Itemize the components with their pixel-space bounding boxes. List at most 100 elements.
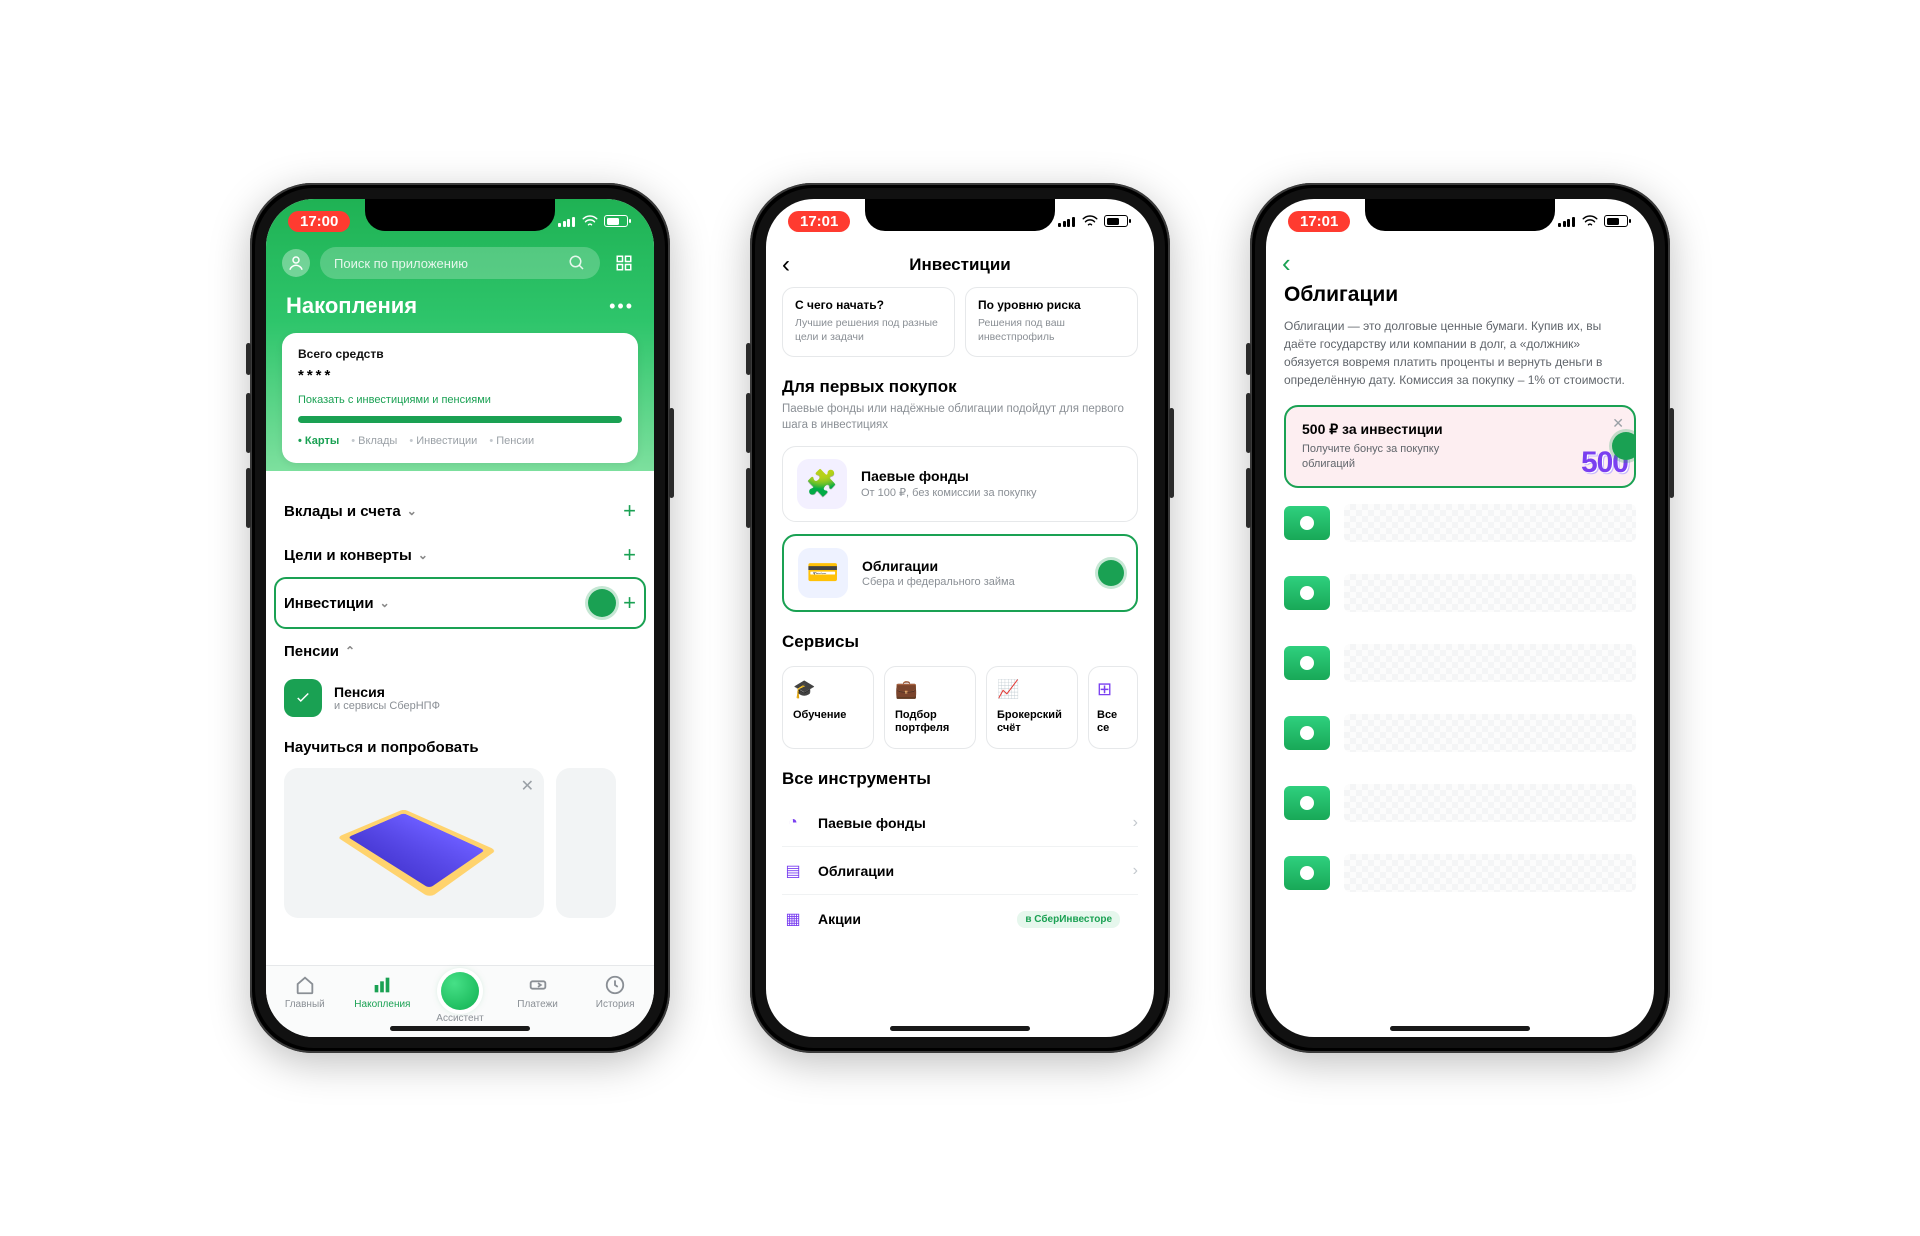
learn-card[interactable]: ✕ [284, 768, 544, 918]
svc-broker[interactable]: 📈 Брокерский счёт [986, 666, 1078, 750]
section-goals[interactable]: Цели и конверты⌄ + [284, 533, 636, 577]
graduation-icon: 🎓 [793, 679, 863, 699]
close-icon[interactable]: ✕ [1612, 415, 1624, 432]
section-pension[interactable]: Пенсии⌃ [284, 629, 636, 673]
banknote-icon [1284, 716, 1330, 750]
page-title: Инвестиции [909, 255, 1011, 275]
bond-list-item[interactable] [1284, 558, 1636, 628]
section-invest[interactable]: Инвестиции⌄ + [284, 581, 636, 625]
funds-progress [298, 416, 622, 423]
grid-icon: ⊞ [1097, 679, 1112, 699]
section-deposits[interactable]: Вклады и счета⌄ + [284, 489, 636, 533]
svc-portfolio[interactable]: 💼 Подбор портфеля [884, 666, 976, 750]
promo-desc: Получите бонус за покупку облигаций [1302, 442, 1472, 472]
back-button[interactable]: ‹ [782, 253, 790, 277]
chevron-down-icon: ⌄ [418, 548, 428, 562]
first-purchases-heading: Для первых покупок [782, 377, 1138, 397]
chevron-right-icon: › [1133, 862, 1138, 880]
highlight-marker [1612, 432, 1636, 460]
briefcase-icon: 💼 [895, 679, 965, 699]
donut-chart-icon: ◔ [782, 814, 804, 832]
bond-placeholder [1344, 784, 1636, 822]
page-title: Облигации [1284, 283, 1636, 307]
funds-tab-pension[interactable]: Пенсии [489, 435, 534, 447]
pension-item-title: Пенсия [334, 684, 440, 700]
tab-history[interactable]: История [579, 974, 651, 1010]
funds-tab-invest[interactable]: Инвестиции [409, 435, 477, 447]
search-placeholder: Поиск по приложению [334, 256, 468, 271]
battery-icon [1104, 215, 1128, 227]
instr-bonds[interactable]: ▤ Облигации › [782, 847, 1138, 895]
tab-assistant[interactable]: Ассистент [424, 974, 496, 1024]
suggest-card-start[interactable]: С чего начать? Лучшие решения под разные… [782, 287, 955, 357]
highlight-marker [1098, 560, 1124, 586]
phone-frame-2: 17:01 ‹ Инвестиции С чего начать? Лучшие… [750, 183, 1170, 1053]
status-time: 17:01 [788, 211, 850, 232]
product-mutual-funds[interactable]: 🧩 Паевые фонды От 100 ₽, без комиссии за… [782, 446, 1138, 522]
all-instruments-heading: Все инструменты [782, 769, 1138, 789]
bond-list-item[interactable] [1284, 768, 1636, 838]
add-deposit-button[interactable]: + [623, 500, 636, 522]
bond-placeholder [1344, 574, 1636, 612]
phone-frame-1: 17:00 Поиск по приложению [250, 183, 670, 1053]
svc-education[interactable]: 🎓 Обучение [782, 666, 874, 750]
close-icon[interactable]: ✕ [521, 776, 534, 796]
bond-placeholder [1344, 854, 1636, 892]
instr-stocks[interactable]: ▦ Акции в СберИнвесторе [782, 895, 1138, 943]
pie-icon: 🧩 [797, 459, 847, 509]
wifi-icon [581, 212, 599, 230]
more-button[interactable]: ••• [609, 296, 634, 317]
assistant-orb-icon [441, 972, 479, 1010]
funds-label: Всего средств [298, 347, 622, 361]
funds-tab-deposits[interactable]: Вклады [351, 435, 397, 447]
check-chart-icon [284, 679, 322, 717]
back-button[interactable]: ‹ [1282, 248, 1291, 279]
search-input[interactable]: Поиск по приложению [320, 247, 600, 279]
services-heading: Сервисы [782, 632, 1138, 652]
promo-card[interactable]: ✕ 500 ₽ за инвестиции Получите бонус за … [1284, 405, 1636, 488]
highlight-marker [588, 589, 616, 617]
bond-list-item[interactable] [1284, 698, 1636, 768]
learn-card[interactable] [556, 768, 616, 918]
bond-list-item[interactable] [1284, 628, 1636, 698]
tab-savings[interactable]: Накопления [346, 974, 418, 1010]
wifi-icon [1581, 212, 1599, 230]
status-time: 17:01 [1288, 211, 1350, 232]
funds-tab-cards[interactable]: Карты [298, 435, 339, 447]
signal-icon [558, 215, 576, 227]
bars-icon [371, 974, 393, 996]
bond-list-item[interactable] [1284, 488, 1636, 558]
add-invest-button[interactable]: + [623, 592, 636, 614]
chevron-down-icon: ⌄ [380, 596, 390, 610]
document-icon: ▤ [782, 861, 804, 881]
funds-value: **** [298, 367, 622, 384]
tab-home[interactable]: Главный [269, 974, 341, 1010]
qr-button[interactable] [610, 249, 638, 277]
banknote-icon [1284, 646, 1330, 680]
bond-list-item[interactable] [1284, 838, 1636, 908]
signal-icon [1558, 215, 1576, 227]
arrow-right-icon [527, 974, 549, 996]
instr-mutual-funds[interactable]: ◔ Паевые фонды › [782, 799, 1138, 847]
wifi-icon [1081, 212, 1099, 230]
pension-item[interactable]: Пенсия и сервисы СберНПФ [284, 673, 636, 733]
status-time: 17:00 [288, 211, 350, 232]
funds-tabs: Карты Вклады Инвестиции Пенсии [298, 435, 622, 447]
product-bonds-highlight[interactable]: 💳 Облигации Сбера и федерального займа [782, 534, 1138, 612]
add-goal-button[interactable]: + [623, 544, 636, 566]
suggest-card-risk[interactable]: По уровню риска Решения под ваш инвестпр… [965, 287, 1138, 357]
avatar[interactable] [282, 249, 310, 277]
funds-link[interactable]: Показать с инвестициями и пенсиями [298, 394, 622, 406]
bond-placeholder [1344, 504, 1636, 542]
funds-card[interactable]: Всего средств **** Показать с инвестиция… [282, 333, 638, 463]
promo-title: 500 ₽ за инвестиции [1302, 421, 1618, 438]
stock-icon: ▦ [782, 909, 804, 929]
tab-payments[interactable]: Платежи [502, 974, 574, 1010]
bond-placeholder [1344, 714, 1636, 752]
battery-icon [1604, 215, 1628, 227]
banknote-icon [1284, 856, 1330, 890]
svc-all[interactable]: ⊞ Все се [1088, 666, 1138, 750]
banknote-icon [1284, 786, 1330, 820]
page-title: Накопления [286, 293, 417, 319]
page-description: Облигации — это долговые ценные бумаги. … [1284, 317, 1636, 389]
